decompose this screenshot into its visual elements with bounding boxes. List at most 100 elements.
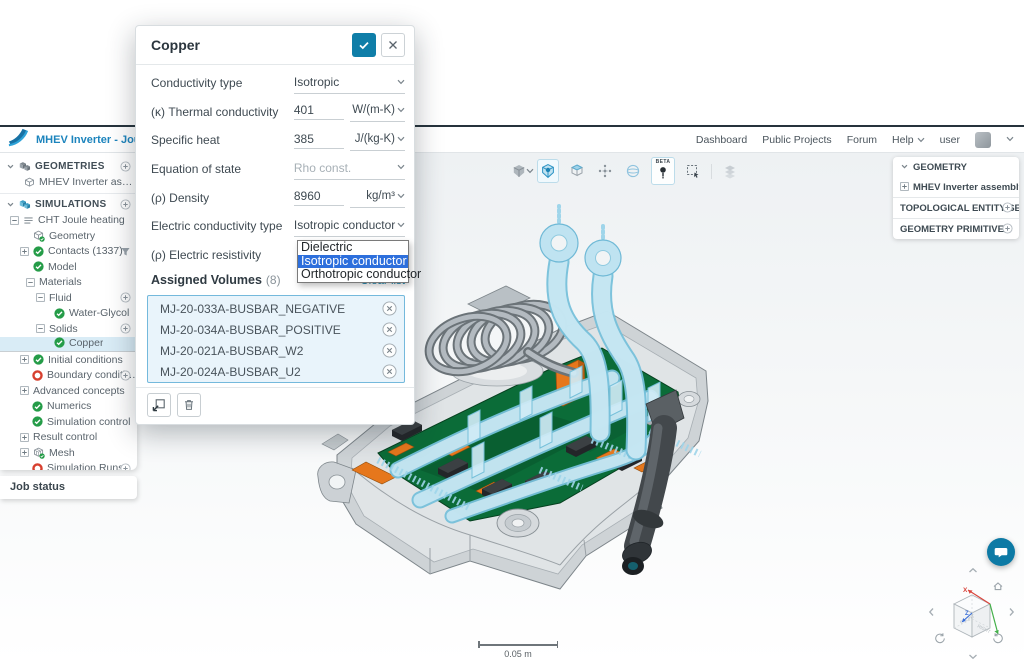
support-chat-button[interactable]: [987, 538, 1015, 566]
tree-item-water-glycol[interactable]: Water-Glycol: [0, 306, 137, 322]
panel-row-label: MHEV Inverter assembly: [913, 182, 1019, 193]
apply-button[interactable]: [352, 33, 376, 57]
chevron-down-icon[interactable]: [6, 162, 15, 171]
electric-resistivity-label: (ρ) Electric resistivity: [151, 248, 294, 262]
remove-volume-button[interactable]: [382, 301, 397, 316]
tree-item-simulation-control[interactable]: Simulation control: [0, 414, 137, 430]
remove-volume-button[interactable]: [382, 364, 397, 379]
add-button[interactable]: [120, 462, 131, 470]
nav-forum[interactable]: Forum: [847, 134, 877, 146]
assigned-volume-row[interactable]: MJ-20-033A-BUSBAR_NEGATIVE: [148, 298, 404, 319]
add-button[interactable]: [120, 369, 131, 381]
equation-of-state-select[interactable]: Rho const.: [294, 159, 405, 180]
thermal-conductivity-input[interactable]: 401: [294, 103, 344, 120]
panel-row-geometry[interactable]: GEOMETRY: [893, 157, 1019, 177]
probe-point-tool-button[interactable]: BETA: [651, 157, 675, 185]
section-cube-tool-button[interactable]: [567, 161, 587, 181]
collapse-icon[interactable]: [26, 278, 35, 287]
tree-item-materials[interactable]: Materials: [0, 275, 137, 291]
tree-item-cht-joule-heating[interactable]: CHT Joule heating: [0, 213, 137, 229]
assign-from-viewer-button[interactable]: [147, 393, 171, 417]
tree-item-mhev-inverter-assembly[interactable]: MHEV Inverter assembly: [0, 175, 137, 191]
electric-conductivity-type-select[interactable]: Isotropic conductor: [294, 216, 405, 237]
check-icon: [33, 261, 44, 272]
panel-row-mhev-inverter-assembly[interactable]: MHEV Inverter assembly: [893, 177, 1019, 197]
collapse-icon[interactable]: [36, 293, 45, 302]
delete-selection-button[interactable]: [177, 393, 201, 417]
dropdown-option-orthotropic-conductor[interactable]: Orthotropic conductor: [298, 268, 408, 282]
add-button[interactable]: [120, 323, 131, 335]
tree-item-solids[interactable]: Solids: [0, 321, 137, 337]
expand-icon[interactable]: [20, 448, 29, 457]
user-avatar[interactable]: [975, 132, 991, 148]
render-mode-tool-button[interactable]: [623, 161, 643, 181]
check-icon: [32, 401, 43, 412]
import-selection-icon: [152, 398, 166, 412]
tree-item-geometries[interactable]: GEOMETRIES: [0, 159, 137, 175]
collapse-icon[interactable]: [36, 324, 45, 333]
assigned-volume-row[interactable]: MJ-20-021A-BUSBAR_W2: [148, 340, 404, 361]
specific-heat-unit-select[interactable]: J/(kg-K): [350, 130, 405, 151]
tree-item-result-control[interactable]: Result control: [0, 430, 137, 446]
tree-item-numerics[interactable]: Numerics: [0, 399, 137, 415]
nav-user[interactable]: user: [940, 134, 960, 146]
remove-volume-button[interactable]: [382, 343, 397, 358]
isometric-view-tool-button[interactable]: [537, 159, 559, 183]
add-button[interactable]: [120, 199, 131, 211]
rotate-up-arrow[interactable]: [968, 562, 978, 578]
tree-item-simulations[interactable]: SIMULATIONS: [0, 197, 137, 213]
standard-views-tool-button[interactable]: [509, 161, 529, 181]
close-button[interactable]: [381, 33, 405, 57]
tree-item-model[interactable]: Model: [0, 259, 137, 275]
tree-item-boundary-conditions[interactable]: Boundary conditions: [0, 368, 137, 384]
add-button[interactable]: [1002, 202, 1013, 213]
user-menu-caret-icon[interactable]: [1006, 131, 1014, 149]
density-input[interactable]: 8960: [294, 189, 344, 206]
tree-item-advanced-concepts[interactable]: Advanced concepts: [0, 383, 137, 399]
expand-icon[interactable]: [20, 433, 29, 442]
density-unit-select[interactable]: kg/m³: [350, 187, 405, 208]
visibility-layers-tool-button[interactable]: [720, 161, 740, 181]
rotate-ccw-button[interactable]: [934, 632, 946, 648]
rotate-down-arrow[interactable]: [968, 648, 978, 663]
nav-public-projects[interactable]: Public Projects: [762, 134, 831, 146]
chevron-down-icon[interactable]: [6, 200, 15, 209]
rotate-cw-button[interactable]: [992, 632, 1004, 648]
thermal-conductivity-unit-select[interactable]: W/(m-K): [350, 101, 405, 122]
expand-icon[interactable]: [20, 247, 29, 256]
expand-icon[interactable]: [900, 182, 909, 193]
tree-item-copper[interactable]: Copper: [0, 337, 137, 353]
dropdown-option-isotropic-conductor[interactable]: Isotropic conductor: [298, 255, 408, 269]
dropdown-option-dielectric[interactable]: Dielectric: [298, 241, 408, 255]
assigned-volume-row[interactable]: MJ-20-024A-BUSBAR_U2: [148, 361, 404, 382]
tree-item-simulation-runs[interactable]: Simulation Runs: [0, 461, 137, 471]
expand-icon[interactable]: [20, 386, 29, 395]
collapse-icon[interactable]: [10, 216, 19, 225]
tree-item-fluid[interactable]: Fluid: [0, 290, 137, 306]
tree-item-geometry[interactable]: Geometry: [0, 228, 137, 244]
specific-heat-input[interactable]: 385: [294, 132, 344, 149]
panel-row-geometry-primitives[interactable]: GEOMETRY PRIMITIVES: [893, 219, 1019, 239]
assigned-volume-row[interactable]: MJ-20-034A-BUSBAR_POSITIVE: [148, 319, 404, 340]
home-view-button[interactable]: [992, 580, 1004, 596]
tree-item-contacts-1337[interactable]: Contacts (1337): [0, 244, 137, 260]
filter-button[interactable]: [120, 245, 131, 257]
add-button[interactable]: [120, 292, 131, 304]
nav-help[interactable]: Help: [892, 134, 925, 146]
remove-volume-button[interactable]: [382, 322, 397, 337]
fit-view-tool-button[interactable]: [595, 161, 615, 181]
job-status-bar[interactable]: Job status: [0, 476, 137, 499]
nav-dashboard[interactable]: Dashboard: [696, 134, 747, 146]
expand-icon[interactable]: [20, 355, 29, 364]
add-button[interactable]: [120, 161, 131, 173]
rotate-right-arrow[interactable]: [1008, 605, 1015, 621]
chevron-down-icon[interactable]: [900, 162, 909, 173]
box-select-tool-button[interactable]: [683, 161, 703, 181]
rotate-left-arrow[interactable]: [928, 605, 935, 621]
panel-row-topological-entity-sets[interactable]: TOPOLOGICAL ENTITY SETS: [893, 198, 1019, 218]
app-logo[interactable]: [7, 127, 29, 152]
tree-item-initial-conditions[interactable]: Initial conditions: [0, 352, 137, 368]
conductivity-type-select[interactable]: Isotropic: [294, 73, 405, 94]
add-button[interactable]: [1002, 223, 1013, 234]
tree-item-mesh[interactable]: Mesh: [0, 445, 137, 461]
